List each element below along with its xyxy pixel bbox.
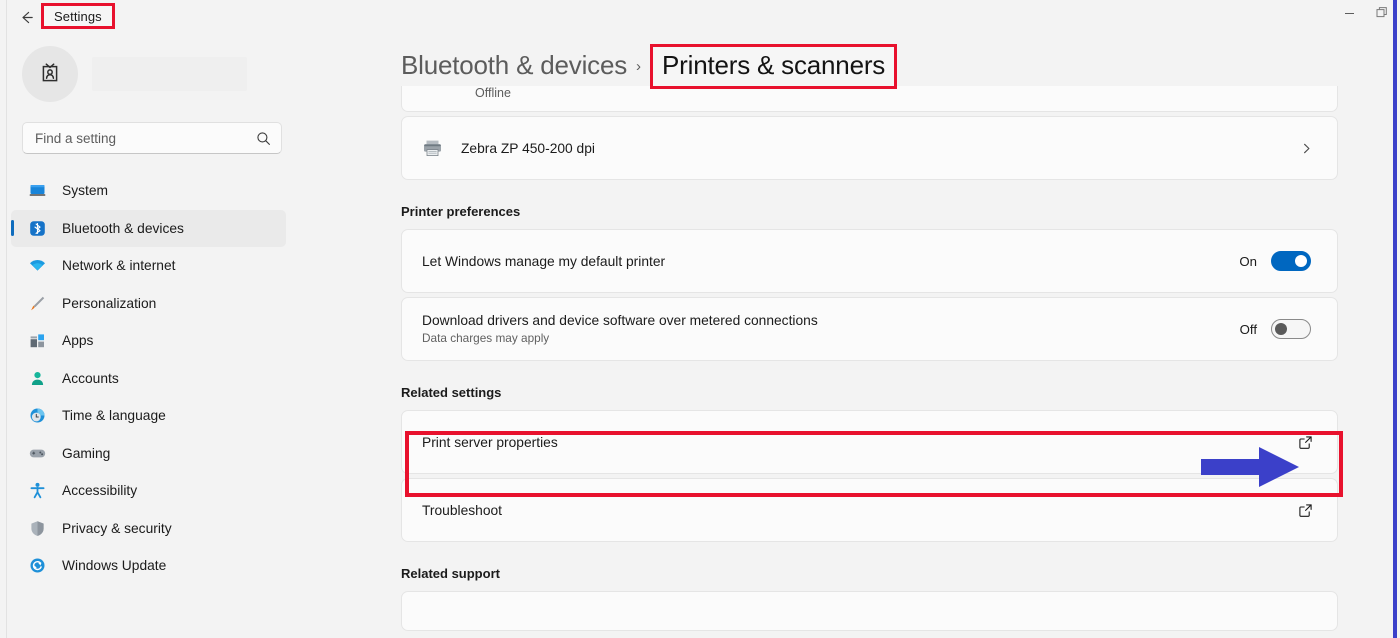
windows-update-icon <box>29 557 46 574</box>
avatar <box>22 46 78 102</box>
sidebar-item-windows-update[interactable]: Windows Update <box>11 547 286 585</box>
printer-row[interactable]: Zebra ZP 450-200 dpi <box>402 117 1337 179</box>
search-input[interactable] <box>35 131 256 146</box>
time-language-icon <box>29 407 46 424</box>
section-heading-related-support: Related support <box>401 566 1338 581</box>
toggle-knob <box>1295 255 1307 267</box>
sidebar-item-time-language[interactable]: Time & language <box>11 397 286 435</box>
window-controls <box>1326 0 1394 32</box>
toggle-knob <box>1275 323 1287 335</box>
toggle-group[interactable]: On <box>1239 251 1319 271</box>
sidebar-item-label: Accounts <box>62 371 119 386</box>
breadcrumb-current-highlight: Printers & scanners <box>650 44 897 89</box>
metered-connections-toggle[interactable] <box>1271 319 1311 339</box>
settings-scroll-area[interactable]: Offline Zebra <box>297 86 1400 638</box>
profile-name-placeholder <box>92 57 247 91</box>
print-server-properties-card[interactable]: Print server properties <box>401 410 1338 474</box>
section-heading-printer-preferences: Printer preferences <box>401 204 1338 219</box>
printer-card[interactable]: Zebra ZP 450-200 dpi <box>401 116 1338 180</box>
restore-button[interactable] <box>1372 0 1394 30</box>
setting-label: Print server properties <box>422 435 558 450</box>
sidebar-item-label: Personalization <box>62 296 156 311</box>
profile-block[interactable] <box>0 34 297 106</box>
sidebar-item-label: Gaming <box>62 446 110 461</box>
breadcrumb: Bluetooth & devices › Printers & scanner… <box>401 44 897 89</box>
sidebar-item-label: Bluetooth & devices <box>62 221 184 236</box>
app-title-highlight: Settings <box>41 3 115 29</box>
sidebar-item-accessibility[interactable]: Accessibility <box>11 472 286 510</box>
id-badge-icon <box>35 57 65 92</box>
sidebar-item-bluetooth-devices[interactable]: Bluetooth & devices <box>11 210 286 248</box>
accessibility-icon <box>29 482 46 499</box>
sidebar-item-label: Time & language <box>62 408 166 423</box>
window-border-left <box>6 0 7 638</box>
restore-icon <box>1376 6 1389 24</box>
external-link-icon[interactable] <box>1298 435 1319 450</box>
sidebar-item-system[interactable]: System <box>11 172 286 210</box>
setting-label: Download drivers and device software ove… <box>422 313 818 328</box>
minimize-button[interactable] <box>1326 0 1372 30</box>
back-button[interactable] <box>12 4 40 30</box>
printer-icon <box>422 139 447 158</box>
back-arrow-icon <box>18 9 35 26</box>
page-title: Printers & scanners <box>662 50 885 80</box>
personalization-icon <box>29 295 46 312</box>
minimize-icon <box>1344 6 1355 24</box>
default-printer-toggle[interactable] <box>1271 251 1311 271</box>
troubleshoot-card[interactable]: Troubleshoot <box>401 478 1338 542</box>
sidebar-item-label: Windows Update <box>62 558 166 573</box>
accounts-icon <box>29 370 46 387</box>
sidebar-item-gaming[interactable]: Gaming <box>11 435 286 473</box>
section-heading-related-settings: Related settings <box>401 385 1338 400</box>
setting-sublabel: Data charges may apply <box>422 331 818 345</box>
setting-label: Let Windows manage my default printer <box>422 254 665 269</box>
network-icon <box>29 257 46 274</box>
printer-name: Zebra ZP 450-200 dpi <box>461 141 595 156</box>
window-border-right <box>1393 0 1397 638</box>
search-box[interactable] <box>22 122 282 154</box>
main-content: Bluetooth & devices › Printers & scanner… <box>297 0 1400 638</box>
previous-printer-card[interactable]: Offline <box>401 86 1338 112</box>
setting-row-troubleshoot[interactable]: Troubleshoot <box>402 479 1337 541</box>
apps-icon <box>29 332 46 349</box>
related-support-card[interactable] <box>401 591 1338 631</box>
search-icon <box>256 131 271 146</box>
metered-connections-card[interactable]: Download drivers and device software ove… <box>401 297 1338 361</box>
sidebar-item-privacy-security[interactable]: Privacy & security <box>11 510 286 548</box>
toggle-state-label: On <box>1239 254 1257 269</box>
title-bar: Settings <box>0 0 1400 34</box>
sidebar-item-label: System <box>62 183 108 198</box>
privacy-security-icon <box>29 520 46 537</box>
toggle-group[interactable]: Off <box>1240 319 1319 339</box>
chevron-right-icon[interactable] <box>1300 142 1319 155</box>
breadcrumb-separator-icon: › <box>636 58 641 75</box>
sidebar-item-label: Network & internet <box>62 258 176 273</box>
setting-row-metered-connections[interactable]: Download drivers and device software ove… <box>402 298 1337 360</box>
sidebar-item-apps[interactable]: Apps <box>11 322 286 360</box>
sidebar-item-label: Apps <box>62 333 93 348</box>
settings-window: Settings <box>0 0 1400 638</box>
setting-label: Troubleshoot <box>422 503 502 518</box>
sidebar-item-label: Accessibility <box>62 483 137 498</box>
sidebar: System Bluetooth & devices <box>0 0 297 638</box>
sidebar-item-personalization[interactable]: Personalization <box>11 285 286 323</box>
sidebar-item-network-internet[interactable]: Network & internet <box>11 247 286 285</box>
setting-row-default-printer[interactable]: Let Windows manage my default printer On <box>402 230 1337 292</box>
bluetooth-icon <box>29 220 46 237</box>
toggle-state-label: Off <box>1240 322 1257 337</box>
sidebar-item-accounts[interactable]: Accounts <box>11 360 286 398</box>
gaming-icon <box>29 445 46 462</box>
external-link-icon[interactable] <box>1298 503 1319 518</box>
sidebar-item-label: Privacy & security <box>62 521 172 536</box>
setting-text-block: Download drivers and device software ove… <box>422 313 818 345</box>
app-title: Settings <box>54 9 102 24</box>
sidebar-nav: System Bluetooth & devices <box>0 172 297 585</box>
setting-row-print-server-properties[interactable]: Print server properties <box>402 411 1337 473</box>
system-icon <box>29 182 46 199</box>
breadcrumb-parent-link[interactable]: Bluetooth & devices <box>401 50 627 81</box>
default-printer-card[interactable]: Let Windows manage my default printer On <box>401 229 1338 293</box>
